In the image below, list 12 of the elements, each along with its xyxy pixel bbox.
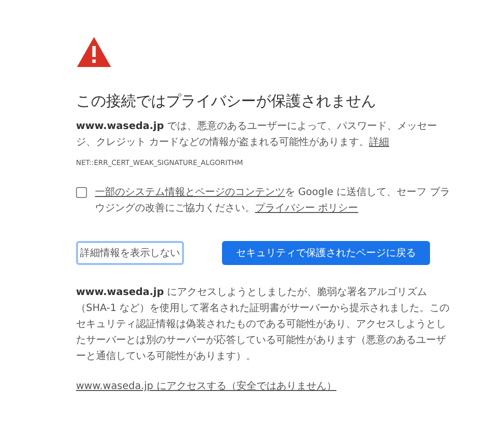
page-title: この接続ではプライバシーが保護されません [76, 92, 377, 111]
proceed-link[interactable]: www.waseda.jp にアクセスする（安全ではありません） [76, 379, 336, 393]
hide-details-button[interactable]: 詳細情報を表示しない [76, 241, 184, 265]
report-text: 一部のシステム情報とページのコンテンツを Google に送信して、セーフ ブラウジングの改善にご協力ください。プライバシー ポリシー [95, 186, 451, 216]
back-to-safety-button[interactable]: セキュリティで保護されたページに戻る [222, 241, 430, 265]
warning-text: www.waseda.jp では、悪意のあるユーザーによって、パスワード、メッセージ、クレジット カードなどの情報が盗まれる可能性があります。詳細 [76, 120, 438, 150]
system-info-link[interactable]: 一部のシステム情報とページのコンテンツ [95, 187, 285, 198]
privacy-policy-link[interactable]: プライバシー ポリシー [255, 203, 358, 214]
details-text: www.waseda.jp にアクセスしようとしましたが、脆弱な署名アルゴリズム（SHA-1 など）を使用して署名された証明書がサーバーから提示されました。このセキュリティ認証情報は偽装されたものである可能性があり、アクセスしようとしたサーバーとは別のサーバーが応答している可能性があります（悪意のあるユーザーと通信している可能性があります）。 [76, 286, 451, 364]
details-link[interactable]: 詳細 [369, 137, 390, 148]
warning-icon [76, 36, 112, 68]
checkbox[interactable] [76, 187, 87, 198]
